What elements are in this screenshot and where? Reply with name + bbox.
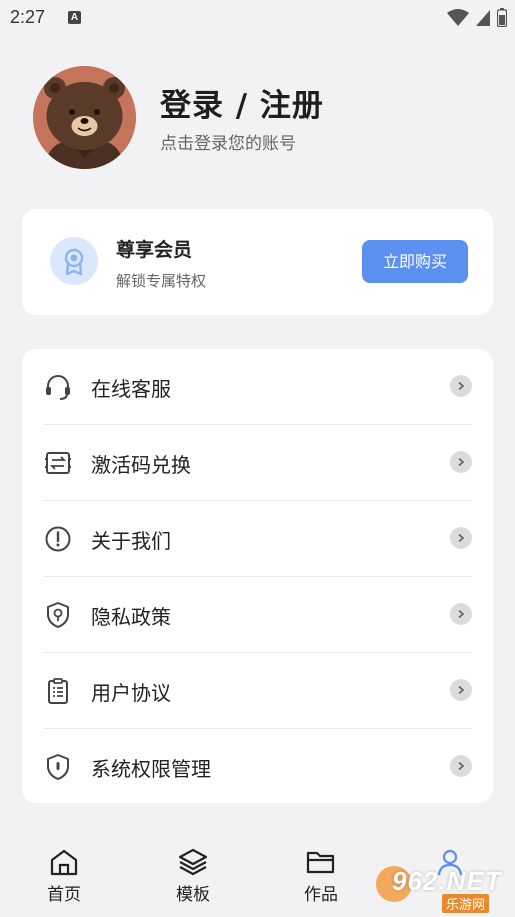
menu-item-privacy-policy[interactable]: 隐私政策 bbox=[22, 577, 493, 653]
headset-icon bbox=[46, 375, 70, 400]
menu-item-label: 激活码兑换 bbox=[91, 453, 191, 477]
vip-title: 尊享会员 bbox=[116, 239, 193, 261]
chevron-right-icon bbox=[450, 375, 472, 397]
buy-now-button[interactable]: 立即购买 bbox=[362, 240, 468, 283]
folder-icon bbox=[306, 851, 335, 874]
chevron-right-icon bbox=[450, 603, 472, 625]
exchange-ticket-icon bbox=[45, 452, 71, 474]
tab-label: 作品 bbox=[304, 885, 338, 905]
chevron-right-icon bbox=[450, 451, 472, 473]
chevron-right-icon bbox=[450, 679, 472, 701]
menu-card: 在线客服 激活码兑换 关于我们 隐私政策 用户协议 系统权限管理 bbox=[22, 349, 493, 803]
notification-icon: A bbox=[68, 11, 81, 24]
tab-label: 首页 bbox=[47, 885, 81, 905]
menu-item-label: 用户协议 bbox=[91, 681, 171, 705]
vip-medal-icon bbox=[50, 237, 98, 285]
status-indicators bbox=[447, 8, 507, 27]
info-circle-icon bbox=[45, 526, 71, 552]
chevron-right-icon bbox=[450, 755, 472, 777]
me-page: 2:27 A 登录 / 注册 点击登录您的账号 尊享会员 解锁专属特权 立即购买… bbox=[0, 0, 515, 917]
menu-item-label: 在线客服 bbox=[91, 377, 171, 401]
watermark-text: 962.NET bbox=[392, 866, 502, 896]
privacy-shield-icon bbox=[47, 602, 69, 628]
home-icon bbox=[50, 849, 78, 876]
login-hint[interactable]: 点击登录您的账号 bbox=[160, 129, 296, 154]
menu-item-label: 系统权限管理 bbox=[91, 757, 211, 781]
menu-item-about-us[interactable]: 关于我们 bbox=[22, 501, 493, 577]
layers-icon bbox=[178, 848, 208, 876]
shield-lock-icon bbox=[47, 754, 69, 780]
watermark-subtext: 乐游网 bbox=[442, 894, 490, 913]
chevron-right-icon bbox=[450, 527, 472, 549]
menu-item-activation-code[interactable]: 激活码兑换 bbox=[22, 425, 493, 501]
watermark: 962.NET 乐游网 bbox=[374, 858, 514, 914]
tab-works[interactable]: 作品 bbox=[291, 848, 351, 905]
status-time: 2:27 bbox=[10, 7, 46, 27]
menu-item-label: 关于我们 bbox=[91, 529, 171, 553]
menu-item-user-agreement[interactable]: 用户协议 bbox=[22, 653, 493, 729]
vip-card[interactable]: 尊享会员 解锁专属特权 立即购买 bbox=[22, 209, 493, 315]
login-register-title[interactable]: 登录 / 注册 bbox=[160, 80, 324, 125]
bear-avatar-icon bbox=[33, 66, 136, 169]
status-bar: 2:27 A bbox=[0, 0, 515, 38]
tab-templates[interactable]: 模板 bbox=[163, 848, 223, 905]
tab-label: 模板 bbox=[176, 885, 210, 905]
signal-icon bbox=[476, 9, 490, 26]
tab-home[interactable]: 首页 bbox=[34, 848, 94, 905]
menu-item-label: 隐私政策 bbox=[91, 605, 171, 629]
menu-item-permission-management[interactable]: 系统权限管理 bbox=[22, 729, 493, 805]
battery-icon bbox=[497, 8, 507, 27]
vip-subtitle: 解锁专属特权 bbox=[116, 272, 207, 290]
wifi-icon bbox=[447, 8, 469, 26]
clipboard-icon bbox=[48, 678, 68, 704]
menu-item-online-service[interactable]: 在线客服 bbox=[22, 349, 493, 425]
avatar[interactable] bbox=[33, 66, 136, 169]
